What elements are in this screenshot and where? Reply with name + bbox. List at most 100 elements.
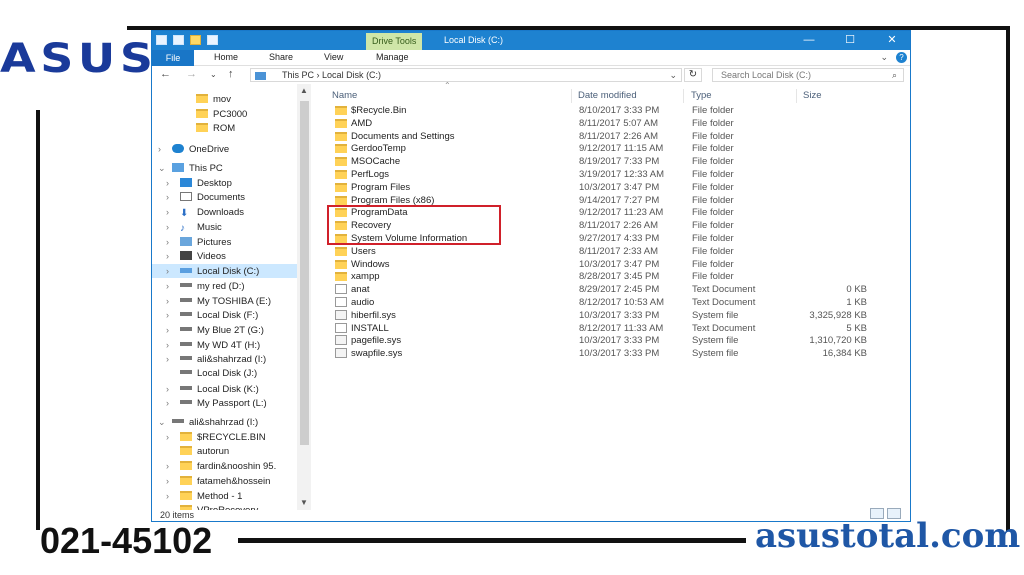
address-dropdown-icon[interactable]: ⌄: [669, 69, 677, 81]
file-row[interactable]: pagefile.sys 10/3/2017 3:33 PM System file…: [327, 334, 887, 347]
chevron-right-icon[interactable]: ›: [166, 279, 180, 293]
file-row[interactable]: AMD 8/11/2017 5:07 AM File folder: [327, 117, 887, 130]
close-button[interactable]: ✕: [880, 33, 904, 48]
nav-item[interactable]: › Videos: [166, 249, 226, 263]
tab-file[interactable]: File: [152, 50, 194, 66]
nav-item[interactable]: ROM: [182, 122, 235, 136]
chevron-right-icon[interactable]: ›: [158, 142, 172, 156]
nav-item[interactable]: › OneDrive: [158, 142, 229, 156]
column-header-date[interactable]: Date modified: [574, 89, 684, 103]
chevron-right-icon[interactable]: ›: [166, 352, 180, 366]
maximize-button[interactable]: ☐: [838, 33, 862, 48]
nav-item[interactable]: › My WD 4T (H:): [166, 338, 260, 352]
nav-item[interactable]: › Method - 1: [166, 489, 242, 503]
scroll-up-icon[interactable]: ▲: [300, 86, 308, 95]
nav-item[interactable]: › ⬇ Downloads: [166, 205, 244, 219]
nav-item[interactable]: › My TOSHIBA (E:): [166, 294, 271, 308]
column-header-type[interactable]: Type: [687, 89, 797, 103]
chevron-right-icon[interactable]: ›: [166, 190, 180, 204]
back-arrow-icon[interactable]: ←: [160, 68, 171, 80]
file-row[interactable]: Users 8/11/2017 2:33 AM File folder: [327, 245, 887, 258]
nav-item[interactable]: › Documents: [166, 190, 245, 204]
scroll-down-icon[interactable]: ▼: [300, 498, 308, 507]
nav-item[interactable]: › fatameh&hossein: [166, 474, 270, 488]
file-row[interactable]: MSOCache 8/19/2017 7:33 PM File folder: [327, 155, 887, 168]
nav-item[interactable]: › My Passport (L:): [166, 396, 267, 410]
nav-item[interactable]: › Local Disk (F:): [166, 308, 258, 322]
chevron-right-icon[interactable]: ›: [166, 489, 180, 503]
file-row[interactable]: PerfLogs 3/19/2017 12:33 AM File folder: [327, 168, 887, 181]
file-row[interactable]: $Recycle.Bin 8/10/2017 3:33 PM File folder: [327, 104, 887, 117]
chevron-right-icon[interactable]: ›: [166, 294, 180, 308]
customize-toolbar-icon[interactable]: [207, 35, 218, 45]
nav-item[interactable]: mov: [182, 93, 231, 107]
nav-scrollbar-thumb[interactable]: [300, 101, 309, 445]
nav-item[interactable]: › $RECYCLE.BIN: [166, 430, 266, 444]
up-arrow-icon[interactable]: ↑: [228, 68, 234, 80]
file-row[interactable]: INSTALL 8/12/2017 11:33 AM Text Document 5 …: [327, 322, 887, 335]
column-header-name[interactable]: Name: [328, 89, 572, 103]
file-row[interactable]: Program Files 10/3/2017 3:47 PM File folde…: [327, 181, 887, 194]
chevron-down-icon[interactable]: ⌄: [158, 161, 172, 175]
file-row[interactable]: swapfile.sys 10/3/2017 3:33 PM System file…: [327, 347, 887, 360]
chevron-right-icon[interactable]: ›: [166, 308, 180, 322]
tab-home[interactable]: Home: [214, 52, 238, 62]
chevron-right-icon[interactable]: ›: [166, 235, 180, 249]
chevron-right-icon[interactable]: ›: [166, 176, 180, 190]
chevron-right-icon[interactable]: ›: [166, 323, 180, 337]
file-row[interactable]: audio 8/12/2017 10:53 AM Text Document 1 KB: [327, 296, 887, 309]
chevron-right-icon[interactable]: ›: [166, 459, 180, 473]
nav-item[interactable]: PC3000: [182, 108, 247, 122]
file-row[interactable]: hiberfil.sys 10/3/2017 3:33 PM System file…: [327, 309, 887, 322]
path-this-pc[interactable]: This PC: [282, 70, 314, 80]
chevron-down-icon[interactable]: ⌄: [158, 415, 172, 429]
chevron-right-icon[interactable]: ›: [166, 396, 180, 410]
nav-item[interactable]: Local Disk (J:): [166, 367, 257, 381]
checkmark-icon[interactable]: [173, 35, 184, 45]
chevron-right-icon[interactable]: ›: [166, 474, 180, 488]
address-bar[interactable]: This PC › Local Disk (C:) ⌄: [250, 68, 682, 82]
chevron-right-icon[interactable]: ›: [166, 338, 180, 352]
nav-item[interactable]: › Local Disk (C:): [152, 264, 297, 278]
recent-locations-icon[interactable]: ⌄: [210, 70, 217, 79]
properties-icon[interactable]: [156, 35, 167, 45]
chevron-right-icon[interactable]: ›: [166, 430, 180, 444]
path-local-disk[interactable]: Local Disk (C:): [322, 70, 381, 80]
tab-view[interactable]: View: [324, 52, 343, 62]
tab-share[interactable]: Share: [269, 52, 293, 62]
file-row[interactable]: Documents and Settings 8/11/2017 2:26 AM F…: [327, 130, 887, 143]
chevron-right-icon[interactable]: ›: [166, 220, 180, 234]
nav-item[interactable]: › Pictures: [166, 235, 231, 249]
help-icon[interactable]: ?: [896, 52, 907, 63]
file-row[interactable]: anat 8/29/2017 2:45 PM Text Document 0 KB: [327, 283, 887, 296]
nav-item[interactable]: › My Blue 2T (G:): [166, 323, 264, 337]
search-input[interactable]: Search Local Disk (C:) ⌕: [712, 68, 904, 82]
tab-manage[interactable]: Manage: [376, 52, 409, 62]
column-header-size[interactable]: Size: [799, 89, 871, 103]
minimize-button[interactable]: —: [797, 33, 821, 48]
forward-arrow-icon[interactable]: →: [186, 68, 197, 80]
nav-item[interactable]: › ali&shahrzad (I:): [166, 352, 266, 366]
file-row[interactable]: xampp 8/28/2017 3:45 PM File folder: [327, 270, 887, 283]
nav-item[interactable]: ⌄ ali&shahrzad (I:): [158, 415, 258, 429]
drive-tools-context-tab[interactable]: Drive Tools: [366, 33, 423, 50]
details-view-icon[interactable]: [870, 508, 884, 519]
refresh-button[interactable]: ↻: [684, 68, 702, 82]
file-row[interactable]: Windows 10/3/2017 3:47 PM File folder: [327, 258, 887, 271]
chevron-right-icon[interactable]: ›: [166, 249, 180, 263]
new-folder-icon[interactable]: [190, 35, 201, 45]
chevron-right-icon[interactable]: ›: [166, 382, 180, 396]
nav-item[interactable]: › my red (D:): [166, 279, 245, 293]
nav-item[interactable]: ⌄ This PC: [158, 161, 223, 175]
large-icons-view-icon[interactable]: [887, 508, 901, 519]
nav-item[interactable]: › ♪ Music: [166, 220, 222, 234]
file-row[interactable]: GerdooTemp 9/12/2017 11:15 AM File folder: [327, 142, 887, 155]
nav-item[interactable]: › fardin&nooshin 95.: [166, 459, 276, 473]
nav-item[interactable]: › Local Disk (K:): [166, 382, 259, 396]
chevron-right-icon[interactable]: ›: [166, 264, 180, 278]
nav-item[interactable]: autorun: [166, 445, 229, 459]
chevron-right-icon[interactable]: ›: [166, 205, 180, 219]
file-date: 8/10/2017 3:33 PM: [579, 105, 660, 116]
nav-item[interactable]: › Desktop: [166, 176, 232, 190]
ribbon-expand-icon[interactable]: ⌄: [880, 52, 888, 63]
